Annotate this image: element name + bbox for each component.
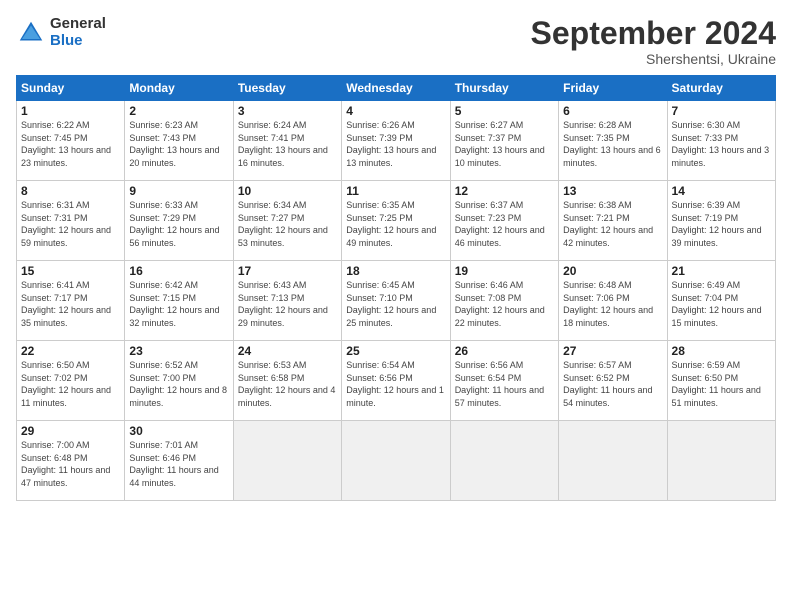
logo-text: General Blue xyxy=(50,16,106,49)
weekday-header-row: Sunday Monday Tuesday Wednesday Thursday… xyxy=(17,76,776,101)
table-row: 18 Sunrise: 6:45 AMSunset: 7:10 PMDaylig… xyxy=(342,261,450,341)
title-block: September 2024 Shershentsi, Ukraine xyxy=(531,16,776,67)
table-row: 28 Sunrise: 6:59 AMSunset: 6:50 PMDaylig… xyxy=(667,341,775,421)
table-row: 16 Sunrise: 6:42 AMSunset: 7:15 PMDaylig… xyxy=(125,261,233,341)
header-wednesday: Wednesday xyxy=(342,76,450,101)
table-row: 26 Sunrise: 6:56 AMSunset: 6:54 PMDaylig… xyxy=(450,341,558,421)
logo-icon xyxy=(16,18,46,48)
table-row: 19 Sunrise: 6:46 AMSunset: 7:08 PMDaylig… xyxy=(450,261,558,341)
header-saturday: Saturday xyxy=(667,76,775,101)
calendar-week-row: 22 Sunrise: 6:50 AMSunset: 7:02 PMDaylig… xyxy=(17,341,776,421)
table-row: 14 Sunrise: 6:39 AMSunset: 7:19 PMDaylig… xyxy=(667,181,775,261)
table-row: 24 Sunrise: 6:53 AMSunset: 6:58 PMDaylig… xyxy=(233,341,341,421)
logo-blue-text: Blue xyxy=(50,33,106,50)
table-row: 4 Sunrise: 6:26 AMSunset: 7:39 PMDayligh… xyxy=(342,101,450,181)
table-row: 21 Sunrise: 6:49 AMSunset: 7:04 PMDaylig… xyxy=(667,261,775,341)
table-row xyxy=(667,421,775,501)
table-row: 13 Sunrise: 6:38 AMSunset: 7:21 PMDaylig… xyxy=(559,181,667,261)
table-row: 11 Sunrise: 6:35 AMSunset: 7:25 PMDaylig… xyxy=(342,181,450,261)
calendar-week-row: 8 Sunrise: 6:31 AMSunset: 7:31 PMDayligh… xyxy=(17,181,776,261)
table-row: 9 Sunrise: 6:33 AMSunset: 7:29 PMDayligh… xyxy=(125,181,233,261)
table-row xyxy=(450,421,558,501)
table-row: 29 Sunrise: 7:00 AMSunset: 6:48 PMDaylig… xyxy=(17,421,125,501)
table-row xyxy=(559,421,667,501)
table-row: 22 Sunrise: 6:50 AMSunset: 7:02 PMDaylig… xyxy=(17,341,125,421)
table-row: 20 Sunrise: 6:48 AMSunset: 7:06 PMDaylig… xyxy=(559,261,667,341)
header-monday: Monday xyxy=(125,76,233,101)
table-row: 5 Sunrise: 6:27 AMSunset: 7:37 PMDayligh… xyxy=(450,101,558,181)
calendar-table: Sunday Monday Tuesday Wednesday Thursday… xyxy=(16,75,776,501)
table-row xyxy=(233,421,341,501)
table-row: 3 Sunrise: 6:24 AMSunset: 7:41 PMDayligh… xyxy=(233,101,341,181)
table-row: 27 Sunrise: 6:57 AMSunset: 6:52 PMDaylig… xyxy=(559,341,667,421)
table-row: 2 Sunrise: 6:23 AMSunset: 7:43 PMDayligh… xyxy=(125,101,233,181)
table-row: 15 Sunrise: 6:41 AMSunset: 7:17 PMDaylig… xyxy=(17,261,125,341)
calendar-week-row: 15 Sunrise: 6:41 AMSunset: 7:17 PMDaylig… xyxy=(17,261,776,341)
subtitle: Shershentsi, Ukraine xyxy=(531,51,776,67)
month-title: September 2024 xyxy=(531,16,776,51)
logo-general-text: General xyxy=(50,16,106,33)
table-row: 23 Sunrise: 6:52 AMSunset: 7:00 PMDaylig… xyxy=(125,341,233,421)
table-row: 25 Sunrise: 6:54 AMSunset: 6:56 PMDaylig… xyxy=(342,341,450,421)
table-row: 8 Sunrise: 6:31 AMSunset: 7:31 PMDayligh… xyxy=(17,181,125,261)
header-sunday: Sunday xyxy=(17,76,125,101)
page: General Blue September 2024 Shershentsi,… xyxy=(0,0,792,612)
table-row: 1 Sunrise: 6:22 AMSunset: 7:45 PMDayligh… xyxy=(17,101,125,181)
table-row: 6 Sunrise: 6:28 AMSunset: 7:35 PMDayligh… xyxy=(559,101,667,181)
table-row: 12 Sunrise: 6:37 AMSunset: 7:23 PMDaylig… xyxy=(450,181,558,261)
header-friday: Friday xyxy=(559,76,667,101)
table-row: 17 Sunrise: 6:43 AMSunset: 7:13 PMDaylig… xyxy=(233,261,341,341)
header-tuesday: Tuesday xyxy=(233,76,341,101)
table-row xyxy=(342,421,450,501)
table-row: 30 Sunrise: 7:01 AMSunset: 6:46 PMDaylig… xyxy=(125,421,233,501)
logo: General Blue xyxy=(16,16,106,49)
calendar-week-row: 29 Sunrise: 7:00 AMSunset: 6:48 PMDaylig… xyxy=(17,421,776,501)
table-row: 10 Sunrise: 6:34 AMSunset: 7:27 PMDaylig… xyxy=(233,181,341,261)
table-row: 7 Sunrise: 6:30 AMSunset: 7:33 PMDayligh… xyxy=(667,101,775,181)
header: General Blue September 2024 Shershentsi,… xyxy=(16,16,776,67)
header-thursday: Thursday xyxy=(450,76,558,101)
calendar-week-row: 1 Sunrise: 6:22 AMSunset: 7:45 PMDayligh… xyxy=(17,101,776,181)
